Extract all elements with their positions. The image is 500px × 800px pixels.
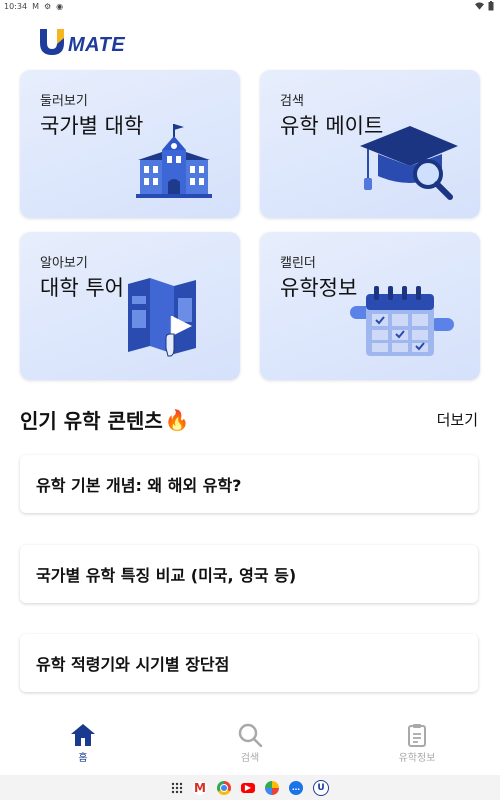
card-country-universities[interactable]: 둘러보기 국가별 대학: [20, 70, 240, 218]
card-title: 대학 투어: [40, 276, 124, 300]
youtube-icon[interactable]: ▶: [241, 782, 255, 793]
content-item[interactable]: 국가별 유학 특징 비교 (미국, 영국 등): [20, 545, 478, 603]
nav-search-label: 검색: [240, 753, 260, 764]
card-subtitle: 알아보기: [40, 256, 88, 271]
content-item[interactable]: 유학 기본 개념: 왜 해외 유학?: [20, 455, 478, 513]
nav-study-info[interactable]: 유학정보: [372, 723, 462, 764]
home-icon: [71, 724, 95, 746]
bottom-nav: 홈 검색 유학정보: [0, 715, 500, 775]
settings-notification-icon: ⚙: [43, 2, 52, 11]
card-subtitle: 둘러보기: [40, 94, 88, 109]
card-study-mate-search[interactable]: 검색 유학 메이트: [260, 70, 480, 218]
card-title: 국가별 대학: [40, 114, 144, 138]
chrome-icon[interactable]: [217, 780, 231, 795]
card-subtitle: 검색: [280, 94, 304, 109]
gmail-notification-icon: M: [32, 2, 39, 11]
tour-map-flag-icon: [126, 276, 200, 366]
clipboard-icon: [408, 724, 426, 747]
nav-home[interactable]: 홈: [38, 723, 128, 764]
app-drawer-icon[interactable]: [171, 782, 183, 794]
card-title: 유학정보: [280, 276, 358, 300]
search-icon: [238, 723, 263, 747]
svg-text:MATE: MATE: [68, 34, 125, 56]
more-link[interactable]: 더보기: [437, 409, 478, 430]
nav-home-label: 홈: [78, 753, 88, 764]
graduation-cap-search-icon: [356, 120, 460, 206]
app-logo: MATE: [38, 26, 142, 56]
photos-icon[interactable]: [265, 780, 279, 795]
location-notification-icon: ◉: [56, 2, 64, 11]
wifi-icon: [475, 2, 484, 10]
card-subtitle: 캘린더: [280, 256, 316, 271]
status-bar: 10:34 M ⚙ ◉: [0, 0, 500, 14]
nav-study-info-label: 유학정보: [398, 753, 436, 764]
calendar-icon: [350, 284, 454, 362]
section-title-text: 인기 유학 콘텐츠: [20, 409, 163, 433]
card-university-tour[interactable]: 알아보기 대학 투어: [20, 232, 240, 380]
university-building-icon: [134, 120, 214, 204]
messages-icon[interactable]: …: [289, 780, 303, 795]
gmail-icon[interactable]: M: [193, 780, 207, 795]
fire-icon: 🔥: [164, 407, 190, 432]
popular-section-title: 인기 유학 콘텐츠 🔥: [20, 405, 190, 434]
umate-app-icon[interactable]: U: [313, 779, 329, 796]
battery-icon: [488, 1, 494, 11]
status-time: 10:34: [4, 2, 28, 11]
card-study-info-calendar[interactable]: 캘린더 유학정보: [260, 232, 480, 380]
nav-search[interactable]: 검색: [205, 723, 295, 764]
content-item[interactable]: 유학 적령기와 시기별 장단점: [20, 634, 478, 692]
system-taskbar: M ▶ … U: [0, 775, 500, 800]
